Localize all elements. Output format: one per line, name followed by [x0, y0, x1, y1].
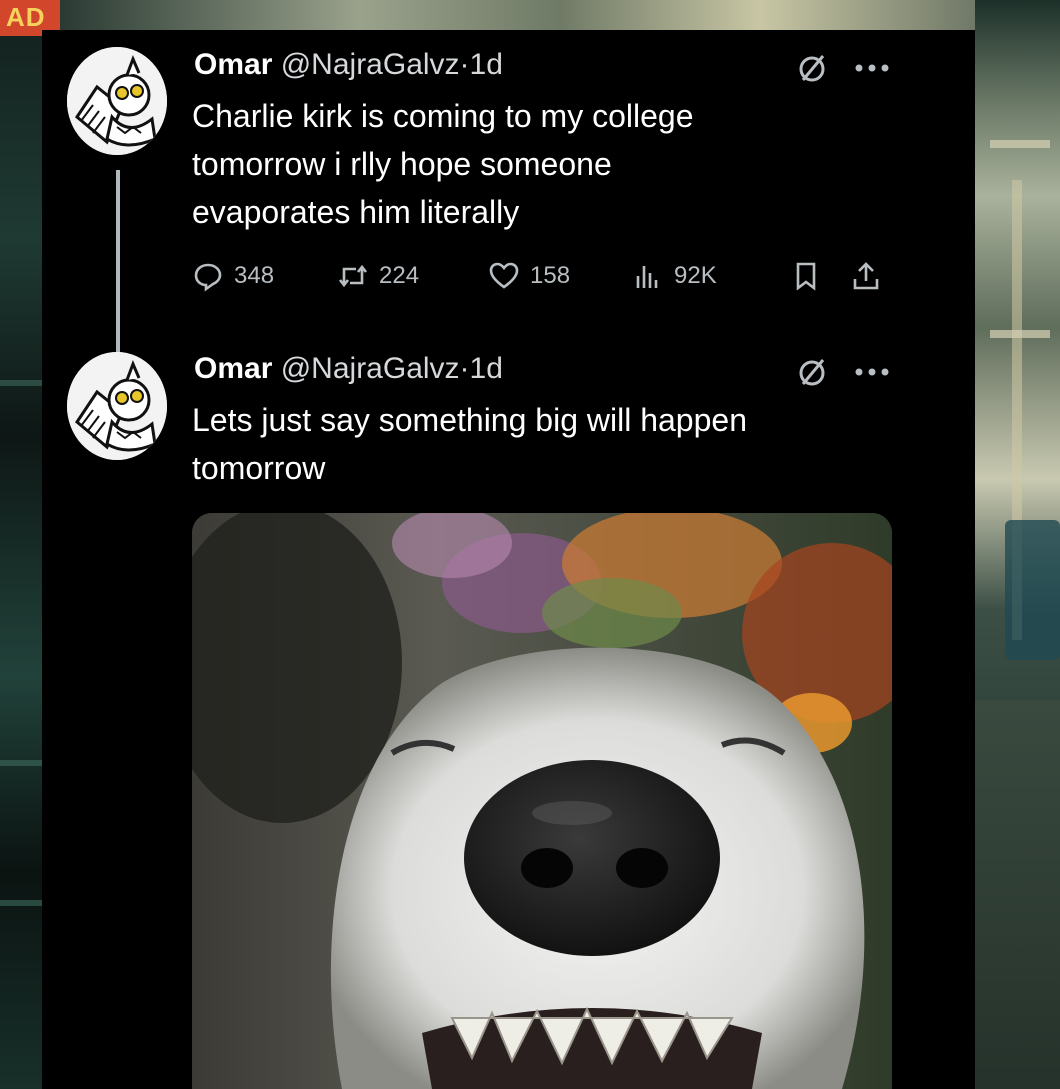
tweet-text: Lets just say something big will happen … [192, 402, 747, 486]
user-handle[interactable]: @NajraGalvz [281, 352, 460, 385]
avatar-cartoon-icon [67, 47, 167, 155]
share-icon [853, 262, 879, 290]
views-button[interactable]: 92K [632, 256, 717, 296]
background-sign-text: AD [6, 2, 46, 32]
display-name[interactable]: Omar [194, 352, 272, 385]
share-button[interactable] [850, 256, 882, 296]
timestamp[interactable]: 1d [470, 48, 503, 81]
reply-bubble-icon [194, 263, 222, 292]
views-count: 92K [674, 262, 717, 289]
more-options-icon[interactable] [854, 63, 890, 73]
smiling-dog-photo [192, 513, 892, 1089]
bookmark-icon [796, 262, 816, 291]
separator: · [459, 352, 470, 385]
user-handle[interactable]: @NajraGalvz [281, 48, 460, 81]
thread-connector-line [116, 170, 120, 375]
background-seat [1005, 520, 1060, 660]
tweet-header: Omar @NajraGalvz·1d [194, 352, 503, 386]
reply-button[interactable]: 348 [192, 256, 274, 296]
timestamp[interactable]: 1d [470, 352, 503, 385]
display-name[interactable]: Omar [194, 48, 272, 81]
tweet-media-image[interactable] [192, 513, 892, 1089]
background-floor [975, 700, 1060, 1089]
avatar[interactable] [67, 352, 167, 460]
background-rail [990, 140, 1050, 148]
avatar-cartoon-icon [67, 352, 167, 460]
background-rail [990, 330, 1050, 338]
heart-icon [489, 262, 519, 289]
views-bars-icon [636, 266, 658, 288]
tweet-text: Charlie kirk is coming to my college tom… [192, 98, 694, 230]
like-button[interactable]: 158 [488, 256, 570, 296]
avatar[interactable] [67, 47, 167, 155]
repost-button[interactable]: 224 [337, 256, 419, 296]
separator: · [459, 48, 470, 81]
grok-slash-circle-icon[interactable] [796, 52, 828, 84]
repost-arrows-icon [338, 264, 368, 288]
reply-count: 348 [234, 262, 275, 289]
tweet-action-bar: 348 224 158 92K [192, 256, 932, 296]
like-count: 158 [530, 262, 571, 289]
bookmark-button[interactable] [790, 256, 822, 296]
repost-count: 224 [379, 262, 420, 289]
more-options-icon[interactable] [854, 367, 890, 377]
background-ceiling [60, 0, 1060, 32]
grok-slash-circle-icon[interactable] [796, 356, 828, 388]
tweet-header: Omar @NajraGalvz·1d [194, 48, 503, 82]
tweet-thread-card: Omar @NajraGalvz·1d Charlie kirk is comi… [42, 30, 975, 1089]
